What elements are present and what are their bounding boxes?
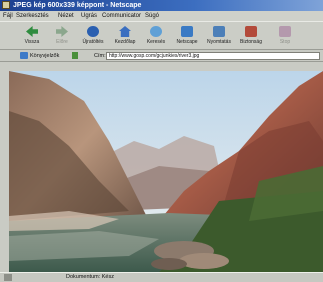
security-button[interactable]: Biztonság [236, 24, 266, 49]
app-icon [2, 1, 10, 9]
netscape-icon [181, 26, 193, 37]
print-icon [213, 26, 225, 37]
back-arrow-icon [26, 26, 38, 37]
url-label: Cím: [94, 53, 106, 59]
title-bar[interactable]: JPEG kép 600x339 képpont - Netscape [0, 0, 323, 11]
stop-label: Stop [279, 39, 291, 45]
security-lock-icon[interactable] [4, 274, 12, 281]
canyon-river-photo [9, 71, 323, 272]
security-icon [245, 26, 257, 37]
navigation-toolbar: Vissza Előre Újratöltés Kezdőlap Keresés… [0, 21, 323, 50]
stop-button[interactable]: Stop [270, 24, 300, 49]
page-content [0, 62, 323, 272]
forward-button[interactable]: Előre [47, 24, 77, 49]
menu-communicator[interactable]: Communicator [102, 11, 141, 21]
menu-help[interactable]: Súgó [145, 11, 159, 21]
reload-button[interactable]: Újratöltés [78, 24, 108, 49]
page-proxy-icon[interactable] [72, 52, 78, 59]
forward-arrow-icon [56, 26, 68, 37]
reload-icon [87, 26, 99, 37]
menu-bar: Fájl Szerkesztés Nézet Ugrás Communicato… [0, 11, 323, 21]
back-button[interactable]: Vissza [17, 24, 47, 49]
bookmark-icon[interactable] [20, 52, 28, 59]
browser-window: JPEG kép 600x339 képpont - Netscape Fájl… [0, 0, 323, 282]
menu-go[interactable]: Ugrás [81, 11, 97, 21]
menu-edit[interactable]: Szerkesztés [16, 11, 49, 21]
status-bar: Dokumentum: Kész [0, 272, 323, 282]
security-label: Biztonság [240, 39, 262, 45]
window-title: JPEG kép 600x339 képpont - Netscape [13, 2, 142, 9]
netscape-button[interactable]: Netscape [172, 24, 202, 49]
home-icon [119, 26, 131, 37]
search-button[interactable]: Keresés [141, 24, 171, 49]
bookmarks-button[interactable]: Könyvjelzők [30, 50, 59, 62]
url-input[interactable]: http://www.gosp.com/gcjunkies/river3.jpg [106, 52, 320, 60]
status-text: Dokumentum: Kész [66, 274, 114, 280]
print-button[interactable]: Nyomtatás [204, 24, 234, 49]
home-button[interactable]: Kezdőlap [110, 24, 140, 49]
stop-icon [279, 26, 291, 37]
menu-view[interactable]: Nézet [58, 11, 74, 21]
search-icon [150, 26, 162, 37]
location-bar: Könyvjelzők Cím: http://www.gosp.com/gcj… [0, 50, 323, 62]
menu-file[interactable]: Fájl [3, 11, 13, 21]
